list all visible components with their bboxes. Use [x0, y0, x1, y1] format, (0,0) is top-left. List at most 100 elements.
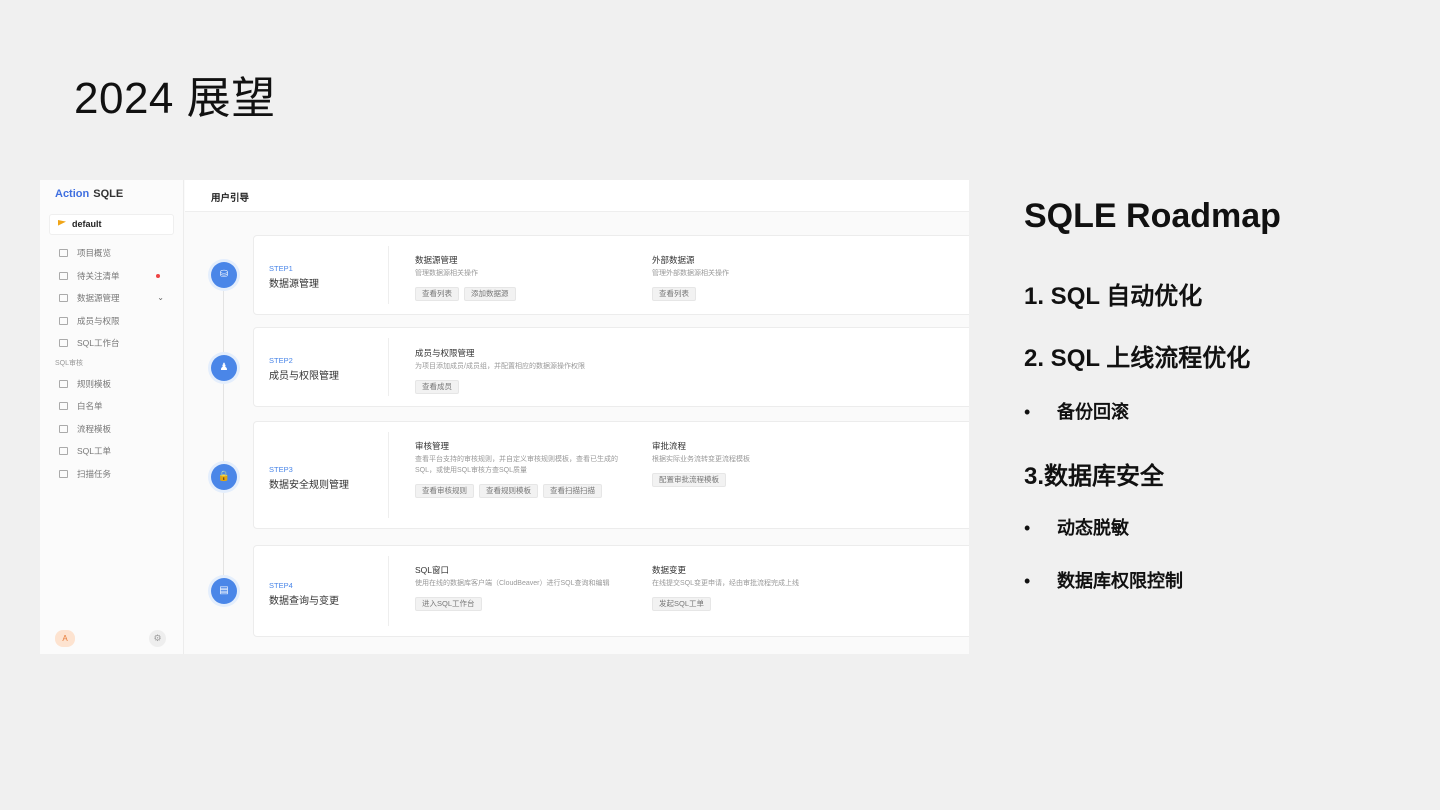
scan-icon [59, 469, 68, 478]
avatar[interactable]: A [55, 630, 75, 647]
sidebar-item-label: 规则模板 [77, 378, 112, 389]
block-desc: 为项目添加成员/成员组，并配置相应的数据源操作权限 [415, 363, 585, 370]
sidebar-item-overview[interactable]: 项目概览 [40, 242, 184, 265]
step-card: STEP1 数据源管理 数据源管理 管理数据源相关操作 查看列表 添加数据源 外部… [253, 235, 969, 315]
sidebar-item-sql-orders[interactable]: SQL工单 [40, 440, 184, 463]
divider [388, 338, 389, 396]
add-datasource-button[interactable]: 添加数据源 [464, 287, 516, 301]
brand-part1: Action [55, 188, 90, 200]
view-list-button[interactable]: 查看列表 [415, 287, 459, 301]
roadmap-bullet: • 数据库权限控制 [1024, 567, 1183, 593]
step-label: STEP3 [269, 465, 293, 474]
sidebar-item-datasource[interactable]: 数据源管理 ⌄ [40, 287, 184, 310]
view-list-button[interactable]: 查看列表 [652, 287, 696, 301]
step-block: 外部数据源 管理外部数据源相关操作 查看列表 [652, 254, 729, 306]
sidebar-item-watchlist[interactable]: 待关注清单 [40, 265, 184, 288]
step-name: 数据查询与变更 [269, 596, 339, 607]
sidebar-item-scan-tasks[interactable]: 扫描任务 [40, 463, 184, 486]
flag-icon [58, 220, 66, 226]
step-label: STEP1 [269, 264, 293, 273]
block-title: 外部数据源 [652, 255, 695, 265]
sidebar-item-label: 数据源管理 [77, 293, 120, 303]
view-rule-templates-button[interactable]: 查看规则模板 [479, 484, 538, 498]
lock-icon: 🔒 [211, 464, 237, 490]
block-desc: 查看平台支持的审核规则，并自定义审核规则模板，查看已生成的SQL，或使用SQL审… [415, 456, 618, 474]
bullet-icon: • [1024, 402, 1031, 422]
block-title: 审核管理 [415, 441, 450, 451]
configure-workflow-button[interactable]: 配置审批流程模板 [652, 473, 726, 487]
step-label: STEP2 [269, 356, 293, 365]
block-title: 审批流程 [652, 441, 687, 451]
timeline-line [223, 275, 224, 595]
sidebar-item-rule-templates[interactable]: 规则模板 [40, 373, 184, 396]
block-desc: 根据实际业务流转变更流程模板 [652, 456, 750, 463]
block-desc: 管理数据源相关操作 [415, 270, 478, 277]
sidebar-item-label: 待关注清单 [77, 270, 120, 281]
enter-sql-workbench-button[interactable]: 进入SQL工作台 [415, 597, 482, 611]
roadmap-item-1: 1. SQL 自动优化 [1024, 283, 1203, 310]
monitor-icon [59, 339, 68, 347]
sidebar-menu: 项目概览 待关注清单 数据源管理 ⌄ 成员与权限 SQL工作台 SQL审核 规则模… [40, 242, 184, 485]
sidebar-item-label: SQL工作台 [77, 338, 120, 348]
sidebar-item-workflow-templates[interactable]: 流程模板 [40, 418, 184, 441]
step-name: 数据源管理 [269, 279, 319, 290]
brand-logo: Action SQLE [55, 188, 123, 200]
sidebar: Action SQLE default 项目概览 待关注清单 数据源管理 ⌄ 成员与… [40, 180, 184, 654]
notification-dot [156, 273, 160, 278]
step-name: 数据安全规则管理 [269, 480, 349, 491]
roadmap-bullet: • 动态脱敏 [1024, 514, 1129, 540]
block-desc: 在线提交SQL变更申请，经由审批流程完成上线 [652, 580, 800, 587]
divider [388, 432, 389, 518]
divider [388, 246, 389, 304]
database-icon: ⛁ [211, 262, 237, 288]
step-block: 数据源管理 管理数据源相关操作 查看列表 添加数据源 [415, 254, 521, 306]
overview-icon [59, 249, 68, 257]
template-icon [59, 379, 68, 388]
view-scan-button[interactable]: 查看扫描扫描 [543, 484, 602, 498]
step-label: STEP4 [269, 581, 293, 590]
block-title: 成员与权限管理 [415, 348, 475, 358]
sidebar-item-label: SQL工单 [77, 446, 112, 456]
sidebar-item-members[interactable]: 成员与权限 [40, 310, 184, 333]
step-block: 审批流程 根据实际业务流转变更流程模板 配置审批流程模板 [652, 440, 750, 492]
roadmap-item-3: 3.数据库安全 [1024, 463, 1165, 490]
brand-part2: SQLE [93, 188, 124, 200]
database-icon [59, 294, 68, 302]
sidebar-item-whitelist[interactable]: 白名单 [40, 395, 184, 418]
main-content: 用户引导 ⛁ STEP1 数据源管理 数据源管理 管理数据源相关操作 查看列表添… [185, 180, 969, 654]
roadmap-bullet: • 备份回滚 [1024, 398, 1129, 424]
order-icon [59, 447, 68, 455]
step-name: 成员与权限管理 [269, 371, 339, 382]
members-icon [59, 316, 68, 325]
gear-icon[interactable]: ⚙ [149, 630, 166, 647]
step-block: 数据变更 在线提交SQL变更申请，经由审批流程完成上线 发起SQL工单 [652, 564, 799, 616]
step-block: 审核管理 查看平台支持的审核规则，并自定义审核规则模板，查看已生成的SQL，或使… [415, 440, 630, 503]
members-icon: ♟ [211, 355, 237, 381]
block-desc: 使用在线的数据库客户端（CloudBeaver）进行SQL查询和编辑 [415, 580, 610, 587]
block-title: SQL窗口 [415, 565, 450, 575]
page-title: 用户引导 [211, 193, 250, 204]
view-members-button[interactable]: 查看成员 [415, 380, 459, 394]
sidebar-item-sql-workbench[interactable]: SQL工作台 [40, 332, 184, 355]
step-card: STEP4 数据查询与变更 SQL窗口 使用在线的数据库客户端（CloudBea… [253, 545, 969, 637]
block-title: 数据源管理 [415, 255, 458, 265]
whitelist-icon [59, 402, 68, 410]
divider [388, 556, 389, 626]
roadmap-item-2: 2. SQL 上线流程优化 [1024, 345, 1251, 372]
workflow-icon [59, 424, 68, 433]
bullet-text: 数据库权限控制 [1057, 571, 1183, 591]
sidebar-group-label: SQL审核 [55, 359, 84, 367]
page-header: 用户引导 [185, 180, 969, 212]
sidebar-item-label: 白名单 [77, 401, 103, 411]
project-name: default [72, 219, 102, 229]
view-audit-rules-button[interactable]: 查看审核规则 [415, 484, 474, 498]
block-title: 数据变更 [652, 565, 687, 575]
project-selector[interactable]: default [49, 214, 174, 235]
create-sql-order-button[interactable]: 发起SQL工单 [652, 597, 712, 611]
step-card: STEP3 数据安全规则管理 审核管理 查看平台支持的审核规则，并自定义审核规则… [253, 421, 969, 529]
bullet-icon: • [1024, 571, 1031, 591]
chevron-down-icon[interactable]: ⌄ [157, 287, 164, 309]
step-block: 成员与权限管理 为项目添加成员/成员组，并配置相应的数据源操作权限 查看成员 [415, 347, 715, 399]
list-icon [59, 271, 68, 280]
block-desc: 管理外部数据源相关操作 [652, 270, 729, 277]
